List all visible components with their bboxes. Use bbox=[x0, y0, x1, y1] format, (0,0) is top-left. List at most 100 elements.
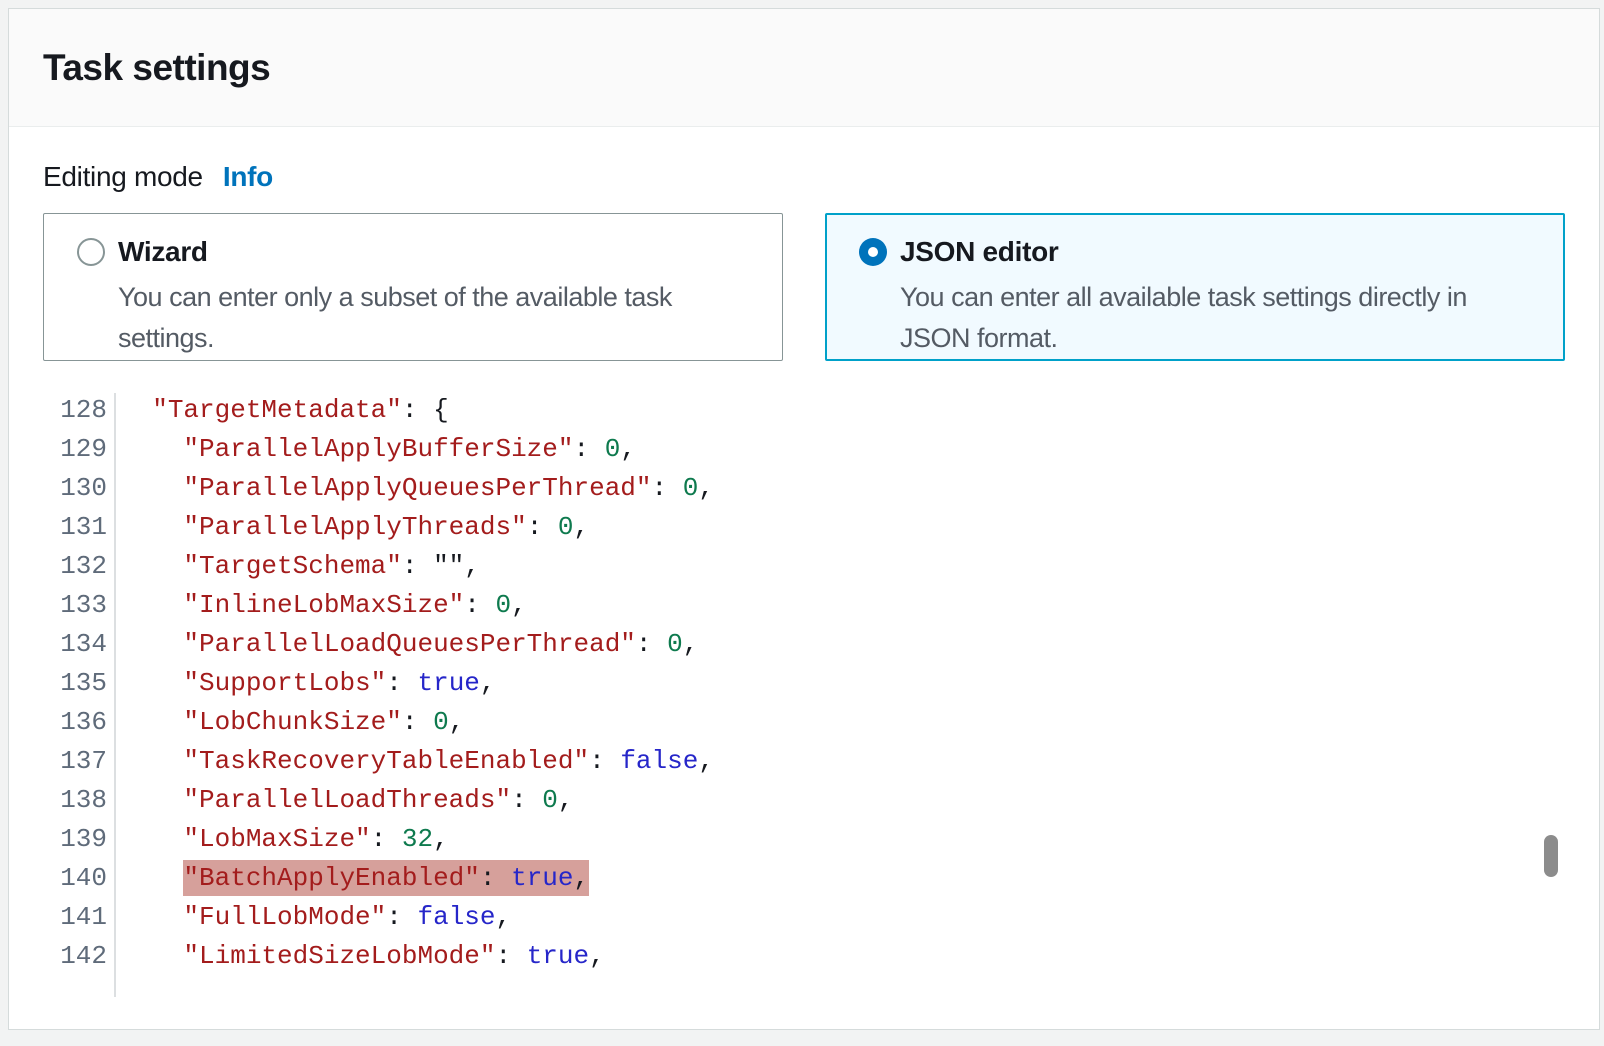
page-title: Task settings bbox=[43, 47, 270, 89]
gutter-divider bbox=[114, 393, 116, 997]
code-line[interactable]: 142 "LimitedSizeLobMode": true, bbox=[51, 937, 1565, 976]
radio-icon[interactable] bbox=[77, 238, 105, 266]
option-tile-json-editor[interactable]: JSON editor You can enter all available … bbox=[825, 213, 1565, 361]
code-text[interactable]: "SupportLobs": true, bbox=[116, 664, 496, 703]
code-token: : bbox=[371, 824, 402, 854]
code-line[interactable]: 140 "BatchApplyEnabled": true, bbox=[51, 859, 1565, 898]
code-line[interactable]: 128 "TargetMetadata": { bbox=[51, 391, 1565, 430]
line-number: 131 bbox=[51, 508, 116, 547]
code-token: , bbox=[574, 512, 590, 542]
option-label: Wizard bbox=[118, 236, 758, 268]
code-line[interactable]: 131 "ParallelApplyThreads": 0, bbox=[51, 508, 1565, 547]
code-token: true bbox=[417, 668, 479, 698]
code-token: : bbox=[495, 941, 526, 971]
highlighted-code[interactable]: "BatchApplyEnabled": true, bbox=[183, 863, 589, 893]
code-line[interactable]: 137 "TaskRecoveryTableEnabled": false, bbox=[51, 742, 1565, 781]
line-number: 135 bbox=[51, 664, 116, 703]
code-token: : bbox=[574, 434, 605, 464]
code-line[interactable]: 129 "ParallelApplyBufferSize": 0, bbox=[51, 430, 1565, 469]
line-number: 132 bbox=[51, 547, 116, 586]
code-token: "TaskRecoveryTableEnabled" bbox=[183, 746, 589, 776]
editing-mode-label: Editing mode bbox=[43, 161, 203, 193]
code-text[interactable]: "LobChunkSize": 0, bbox=[116, 703, 464, 742]
code-token: : bbox=[480, 863, 511, 893]
radio-icon[interactable] bbox=[859, 238, 887, 266]
option-description: You can enter all available task setting… bbox=[900, 277, 1540, 359]
code-token: , bbox=[464, 551, 480, 581]
code-token: 0 bbox=[542, 785, 558, 815]
json-code-editor[interactable]: 128 "TargetMetadata": { 129 "ParallelApp… bbox=[51, 391, 1565, 976]
code-token: "ParallelApplyQueuesPerThread" bbox=[183, 473, 651, 503]
code-token: true bbox=[511, 863, 573, 893]
vertical-scrollbar-thumb[interactable] bbox=[1544, 835, 1558, 877]
code-text[interactable]: "TargetSchema": "", bbox=[116, 547, 480, 586]
code-token: "ParallelApplyBufferSize" bbox=[183, 434, 573, 464]
code-token: : bbox=[402, 395, 433, 425]
code-token: : bbox=[636, 629, 667, 659]
code-token: , bbox=[698, 746, 714, 776]
code-text[interactable]: "ParallelApplyThreads": 0, bbox=[116, 508, 589, 547]
line-number: 134 bbox=[51, 625, 116, 664]
code-text[interactable]: "FullLobMode": false, bbox=[116, 898, 511, 937]
code-line[interactable]: 136 "LobChunkSize": 0, bbox=[51, 703, 1565, 742]
code-token: : bbox=[386, 902, 417, 932]
code-token: "" bbox=[433, 551, 464, 581]
panel-body: Editing mode Info Wizard You can enter o… bbox=[9, 127, 1599, 976]
line-number: 129 bbox=[51, 430, 116, 469]
code-token: 0 bbox=[558, 512, 574, 542]
code-line[interactable]: 134 "ParallelLoadQueuesPerThread": 0, bbox=[51, 625, 1565, 664]
line-number: 142 bbox=[51, 937, 116, 976]
code-line[interactable]: 133 "InlineLobMaxSize": 0, bbox=[51, 586, 1565, 625]
code-token: , bbox=[449, 707, 465, 737]
option-tile-wizard[interactable]: Wizard You can enter only a subset of th… bbox=[43, 213, 783, 361]
code-token: "ParallelLoadQueuesPerThread" bbox=[183, 629, 635, 659]
code-token: true bbox=[527, 941, 589, 971]
code-text[interactable]: "ParallelLoadThreads": 0, bbox=[116, 781, 574, 820]
code-token: , bbox=[511, 590, 527, 620]
code-token: : bbox=[464, 590, 495, 620]
editing-mode-row: Editing mode Info bbox=[43, 161, 1565, 193]
info-link[interactable]: Info bbox=[223, 161, 273, 193]
code-token: : bbox=[402, 707, 433, 737]
code-text[interactable]: "LobMaxSize": 32, bbox=[116, 820, 449, 859]
code-token: "LobMaxSize" bbox=[183, 824, 370, 854]
code-token: false bbox=[620, 746, 698, 776]
option-description: You can enter only a subset of the avail… bbox=[118, 277, 758, 359]
code-token: "ParallelLoadThreads" bbox=[183, 785, 511, 815]
code-token: , bbox=[683, 629, 699, 659]
line-number: 138 bbox=[51, 781, 116, 820]
code-line[interactable]: 135 "SupportLobs": true, bbox=[51, 664, 1565, 703]
code-text[interactable]: "LimitedSizeLobMode": true, bbox=[116, 937, 605, 976]
line-number: 140 bbox=[51, 859, 116, 898]
code-text[interactable]: "InlineLobMaxSize": 0, bbox=[116, 586, 527, 625]
code-token: , bbox=[480, 668, 496, 698]
line-number: 128 bbox=[51, 391, 116, 430]
code-text[interactable]: "ParallelApplyQueuesPerThread": 0, bbox=[116, 469, 714, 508]
code-text[interactable]: "TaskRecoveryTableEnabled": false, bbox=[116, 742, 714, 781]
code-token: false bbox=[417, 902, 495, 932]
code-line[interactable]: 141 "FullLobMode": false, bbox=[51, 898, 1565, 937]
code-token: "ParallelApplyThreads" bbox=[183, 512, 526, 542]
code-token: "SupportLobs" bbox=[183, 668, 386, 698]
task-settings-panel: Task settings Editing mode Info Wizard Y… bbox=[8, 8, 1600, 1030]
code-token: , bbox=[589, 941, 605, 971]
code-line[interactable]: 139 "LobMaxSize": 32, bbox=[51, 820, 1565, 859]
code-token: , bbox=[558, 785, 574, 815]
code-text[interactable]: "ParallelApplyBufferSize": 0, bbox=[116, 430, 636, 469]
code-text[interactable]: "TargetMetadata": { bbox=[116, 391, 449, 430]
line-number: 137 bbox=[51, 742, 116, 781]
code-line[interactable]: 130 "ParallelApplyQueuesPerThread": 0, bbox=[51, 469, 1565, 508]
code-token: 32 bbox=[402, 824, 433, 854]
code-token: 0 bbox=[496, 590, 512, 620]
code-line[interactable]: 138 "ParallelLoadThreads": 0, bbox=[51, 781, 1565, 820]
code-line[interactable]: 132 "TargetSchema": "", bbox=[51, 547, 1565, 586]
option-label: JSON editor bbox=[900, 236, 1540, 268]
code-token: 0 bbox=[667, 629, 683, 659]
line-number: 130 bbox=[51, 469, 116, 508]
editing-mode-options: Wizard You can enter only a subset of th… bbox=[43, 213, 1565, 361]
code-text[interactable]: "ParallelLoadQueuesPerThread": 0, bbox=[116, 625, 698, 664]
line-number: 139 bbox=[51, 820, 116, 859]
code-text[interactable]: "BatchApplyEnabled": true, bbox=[116, 859, 589, 898]
line-number: 141 bbox=[51, 898, 116, 937]
line-number: 136 bbox=[51, 703, 116, 742]
